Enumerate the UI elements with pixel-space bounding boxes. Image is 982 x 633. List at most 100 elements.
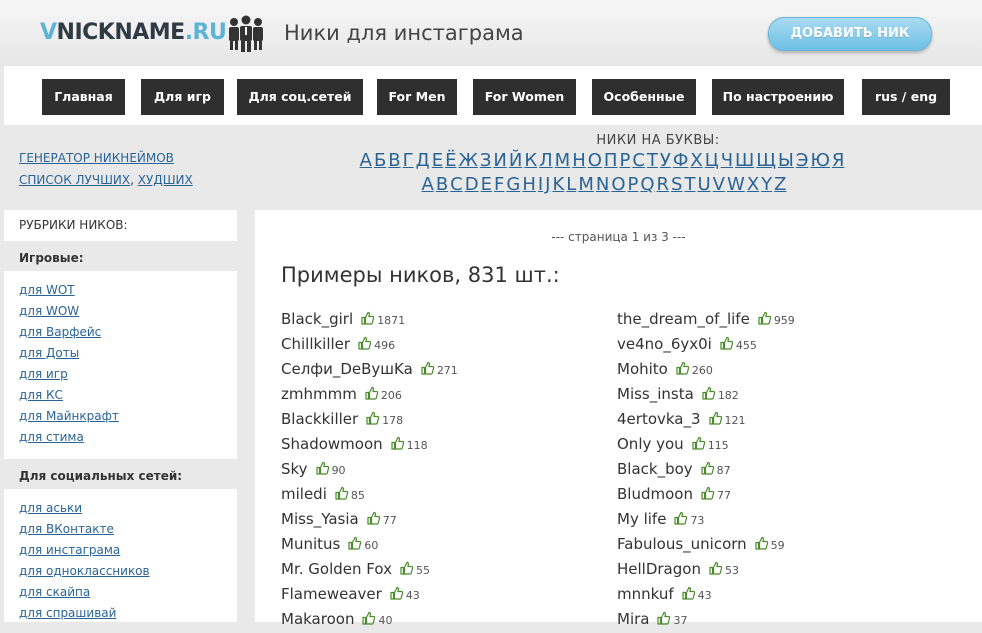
nick-name[interactable]: Flameweaver (281, 585, 382, 603)
latin-letter-link[interactable]: G (506, 174, 520, 195)
thumbs-up-icon[interactable] (692, 432, 706, 450)
cyrillic-letter-link[interactable]: Т (647, 150, 658, 171)
latin-letter-link[interactable]: K (552, 174, 564, 195)
nick-name[interactable]: Makaroon (281, 610, 354, 628)
latin-letter-link[interactable]: W (727, 174, 745, 195)
latin-letter-link[interactable]: O (611, 174, 625, 195)
nick-name[interactable]: Sky (281, 460, 308, 478)
cyrillic-letter-link[interactable]: Л (539, 150, 553, 171)
latin-letter-link[interactable]: R (657, 174, 670, 195)
latin-letter-link[interactable]: J (545, 174, 550, 195)
cyrillic-letter-link[interactable]: Ф (673, 150, 689, 171)
thumbs-up-icon[interactable] (701, 482, 715, 500)
cyrillic-letter-link[interactable]: Щ (756, 150, 776, 171)
thumbs-up-icon[interactable] (348, 532, 362, 550)
thumbs-up-icon[interactable] (366, 407, 380, 425)
latin-letter-link[interactable]: B (436, 174, 448, 195)
thumbs-up-icon[interactable] (758, 307, 772, 325)
social-rubric-link[interactable]: для скайпа (19, 582, 150, 603)
social-rubric-link[interactable]: для аськи (19, 498, 150, 519)
site-logo[interactable]: VNICKNAME.RU (40, 20, 227, 45)
thumbs-up-icon[interactable] (708, 407, 723, 425)
thumbs-up-icon[interactable] (335, 482, 349, 500)
thumbs-up-icon[interactable] (720, 332, 734, 350)
generator-link[interactable]: ГЕНЕРАТОР НИКНЕЙМОВ (19, 151, 174, 165)
thumbs-up-icon[interactable] (367, 507, 381, 525)
cyrillic-letter-link[interactable]: Ж (458, 150, 477, 171)
latin-letter-link[interactable]: N (596, 174, 609, 195)
social-rubric-link[interactable]: для ВКонтакте (19, 519, 150, 540)
nick-name[interactable]: miledi (281, 485, 327, 503)
latin-letter-link[interactable]: M (578, 174, 594, 195)
cyrillic-letter-link[interactable]: Я (832, 150, 845, 171)
nick-name[interactable]: Black_boy (617, 460, 693, 478)
games-rubric-link[interactable]: для стима (19, 427, 119, 448)
social-rubric-link[interactable]: для инстаграма (19, 540, 150, 561)
nick-name[interactable]: Fabulous_unicorn (617, 535, 747, 553)
cyrillic-letter-link[interactable]: Р (619, 150, 630, 171)
games-rubric-link[interactable]: для КС (19, 385, 119, 406)
nick-name[interactable]: the_dream_of_life (617, 310, 750, 328)
cyrillic-letter-link[interactable]: С (632, 150, 645, 171)
nick-name[interactable]: Blackkiller (281, 410, 358, 428)
cyrillic-letter-link[interactable]: К (524, 150, 537, 171)
nick-name[interactable]: Black_girl (281, 310, 353, 328)
latin-letter-link[interactable]: X (747, 174, 759, 195)
thumbs-up-icon[interactable] (421, 357, 435, 375)
cyrillic-letter-link[interactable]: У (660, 150, 671, 171)
nick-name[interactable]: Miss_Yasia (281, 510, 359, 528)
cyrillic-letter-link[interactable]: Д (416, 150, 430, 171)
thumbs-up-icon[interactable] (709, 557, 723, 575)
cyrillic-letter-link[interactable]: Б (374, 150, 386, 171)
latin-letter-link[interactable]: U (697, 174, 710, 195)
nick-name[interactable]: HellDragon (617, 560, 701, 578)
nick-name[interactable]: ve4no_6yx0i (617, 335, 712, 353)
nick-name[interactable]: Mr. Golden Fox (281, 560, 392, 578)
thumbs-up-icon[interactable] (755, 532, 769, 550)
nick-name[interactable]: Shadowmoon (281, 435, 383, 453)
nick-name[interactable]: Miss_insta (617, 385, 694, 403)
social-rubric-link[interactable]: для одноклассников (19, 561, 150, 582)
thumbs-up-icon[interactable] (358, 332, 372, 350)
cyrillic-letter-link[interactable]: Й (509, 150, 522, 171)
cyrillic-letter-link[interactable]: А (360, 150, 372, 171)
nick-name[interactable]: Bludmoon (617, 485, 693, 503)
cyrillic-letter-link[interactable]: О (588, 150, 602, 171)
cyrillic-letter-link[interactable]: З (480, 150, 492, 171)
nick-name[interactable]: Mira (617, 610, 649, 628)
thumbs-up-icon[interactable] (400, 557, 414, 575)
cyrillic-letter-link[interactable]: Г (403, 150, 414, 171)
games-rubric-link[interactable]: для WOT (19, 280, 119, 301)
latin-letter-link[interactable]: V (713, 174, 725, 195)
thumbs-up-icon[interactable] (657, 607, 671, 625)
cyrillic-letter-link[interactable]: Н (572, 150, 586, 171)
latin-letter-link[interactable]: H (522, 174, 536, 195)
thumbs-up-icon[interactable] (702, 382, 716, 400)
worst-list-link[interactable]: ХУДШИХ (138, 173, 193, 187)
games-rubric-link[interactable]: для игр (19, 364, 119, 385)
nick-name[interactable]: Only you (617, 435, 684, 453)
cyrillic-letter-link[interactable]: Ц (705, 150, 719, 171)
games-rubric-link[interactable]: для Варфейс (19, 322, 119, 343)
nav-games[interactable]: Для игр (141, 79, 224, 115)
latin-letter-link[interactable]: E (481, 174, 492, 195)
best-list-link[interactable]: СПИСОК ЛУЧШИХ (19, 173, 130, 187)
latin-letter-link[interactable]: Y (761, 174, 772, 195)
latin-letter-link[interactable]: A (421, 174, 433, 195)
nick-name[interactable]: Ceлфи_DeBушKa (281, 360, 413, 378)
latin-letter-link[interactable]: D (465, 174, 479, 195)
thumbs-up-icon[interactable] (365, 382, 379, 400)
nav-for-men[interactable]: For Men (377, 79, 457, 115)
cyrillic-letter-link[interactable]: Ы (778, 150, 794, 171)
cyrillic-letter-link[interactable]: П (604, 150, 618, 171)
latin-letter-link[interactable]: T (684, 174, 695, 195)
latin-letter-link[interactable]: C (450, 174, 463, 195)
latin-letter-link[interactable]: F (494, 174, 504, 195)
cyrillic-letter-link[interactable]: Е (432, 150, 443, 171)
latin-letter-link[interactable]: I (538, 174, 543, 195)
thumbs-up-icon[interactable] (682, 582, 696, 600)
nav-for-women[interactable]: For Women (473, 79, 576, 115)
nick-name[interactable]: zmhmmm (281, 385, 357, 403)
nav-home[interactable]: Главная (42, 79, 125, 115)
cyrillic-letter-link[interactable]: Э (796, 150, 809, 171)
